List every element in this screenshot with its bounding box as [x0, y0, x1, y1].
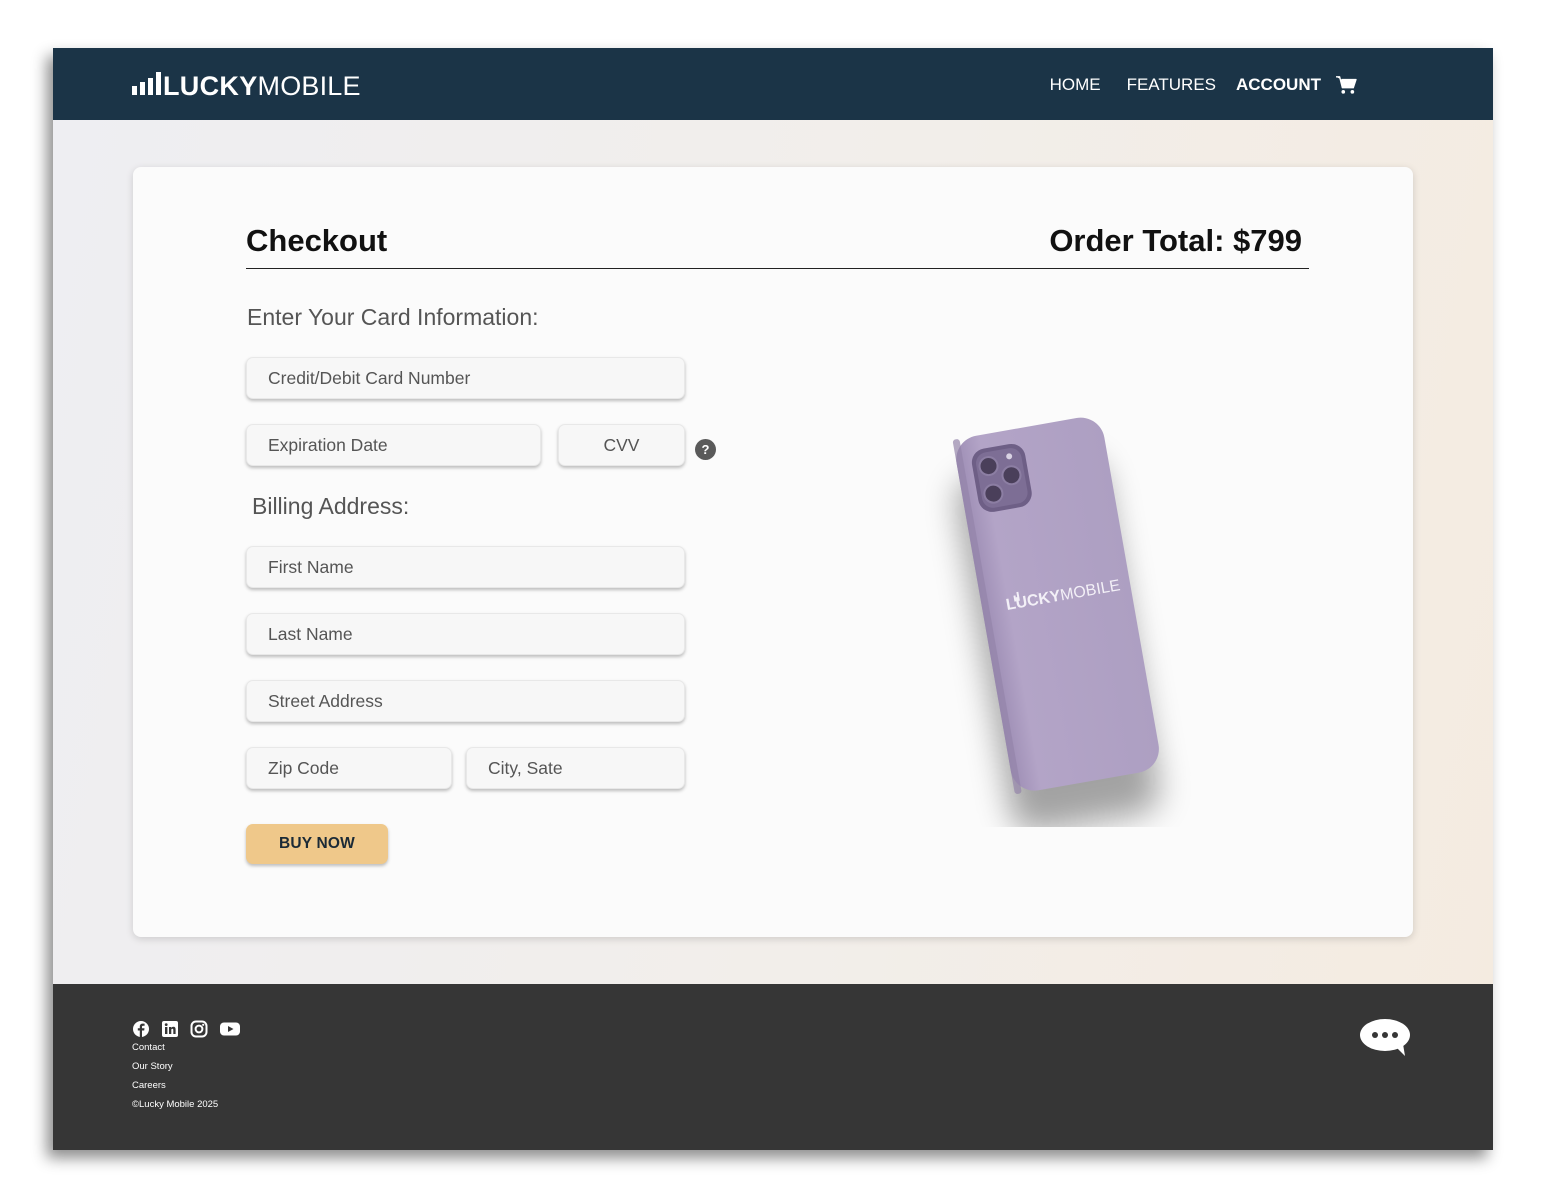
cart-icon[interactable] [1335, 75, 1357, 95]
phone-case-image: LUCKYMOBILE [952, 417, 1160, 833]
title-divider [246, 268, 1309, 269]
browser-page: LUCKY MOBILE HOME FEATURES ACCOUNT Check… [53, 48, 1493, 1150]
nav-features[interactable]: FEATURES [1127, 75, 1216, 95]
street-address-input[interactable]: Street Address [246, 680, 685, 722]
brand-lucky: LUCKY [163, 71, 258, 101]
last-name-input[interactable]: Last Name [246, 613, 685, 655]
signal-bars-icon [132, 72, 161, 95]
card-info-heading: Enter Your Card Information: [247, 304, 539, 330]
buy-now-button[interactable]: BUY NOW [246, 824, 388, 864]
footer-links: Contact Our Story Careers ©Lucky Mobile … [132, 1042, 218, 1118]
checkout-card: Checkout Order Total: $799 Enter Your Ca… [133, 167, 1413, 937]
footer-link-our-story[interactable]: Our Story [132, 1061, 218, 1080]
cvv-input[interactable]: CVV [558, 424, 685, 466]
product-image: LUCKYMOBILE [878, 377, 1228, 833]
social-links [132, 1020, 241, 1038]
cvv-help-icon[interactable]: ? [695, 439, 716, 460]
chat-bubble-icon[interactable] [1359, 1018, 1411, 1058]
expiration-date-input[interactable]: Expiration Date [246, 424, 541, 466]
nav-home[interactable]: HOME [1050, 75, 1101, 95]
page-title: Checkout [246, 223, 388, 258]
footer: Contact Our Story Careers ©Lucky Mobile … [53, 984, 1493, 1150]
order-total: Order Total: $799 [1049, 223, 1302, 258]
footer-copyright: ©Lucky Mobile 2025 [132, 1099, 219, 1110]
linkedin-icon[interactable] [161, 1020, 179, 1038]
footer-link-contact[interactable]: Contact [132, 1042, 218, 1061]
footer-link-careers[interactable]: Careers [132, 1080, 218, 1099]
brand-mobile: MOBILE [257, 71, 361, 101]
main-nav: HOME FEATURES ACCOUNT [1050, 75, 1357, 95]
zip-code-input[interactable]: Zip Code [246, 747, 452, 789]
first-name-input[interactable]: First Name [246, 546, 685, 588]
card-number-input[interactable]: Credit/Debit Card Number [246, 357, 685, 399]
nav-account[interactable]: ACCOUNT [1236, 75, 1321, 95]
youtube-icon[interactable] [219, 1020, 241, 1038]
city-state-input[interactable]: City, Sate [466, 747, 685, 789]
billing-heading: Billing Address: [252, 493, 410, 519]
top-navbar: LUCKY MOBILE HOME FEATURES ACCOUNT [53, 48, 1493, 120]
facebook-icon[interactable] [132, 1020, 150, 1038]
brand-logo[interactable]: LUCKY MOBILE [132, 68, 361, 100]
instagram-icon[interactable] [190, 1020, 208, 1038]
